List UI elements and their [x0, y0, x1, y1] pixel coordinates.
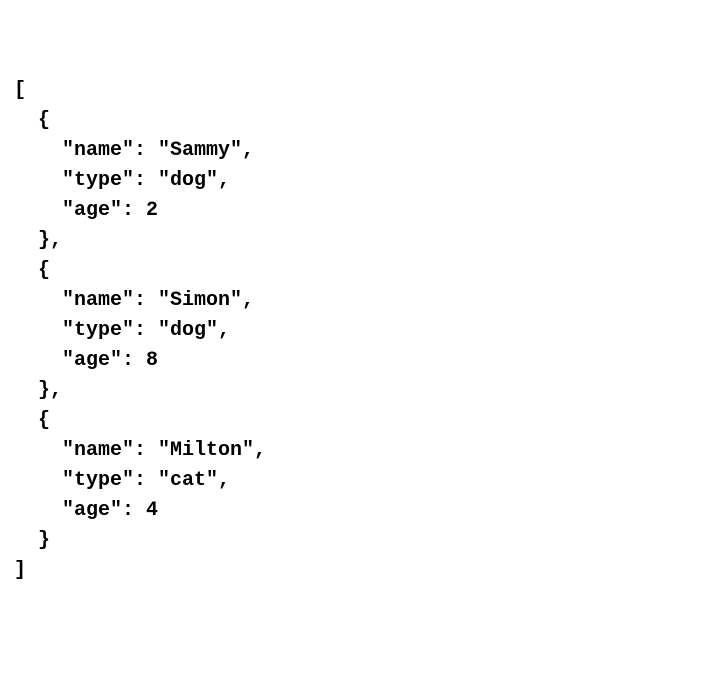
- code-line: "age": 2: [14, 199, 158, 222]
- code-line: ]: [14, 559, 26, 582]
- code-line: "name": "Sammy",: [14, 139, 254, 162]
- code-line: }: [14, 529, 50, 552]
- code-line: [: [14, 79, 26, 102]
- code-line: {: [14, 259, 50, 282]
- code-line: "age": 4: [14, 499, 158, 522]
- code-line: "type": "dog",: [14, 169, 230, 192]
- code-line: "type": "cat",: [14, 469, 230, 492]
- code-line: },: [14, 379, 62, 402]
- code-line: {: [14, 409, 50, 432]
- code-line: },: [14, 229, 62, 252]
- code-line: "type": "dog",: [14, 319, 230, 342]
- code-line: {: [14, 109, 50, 132]
- code-line: "age": 8: [14, 349, 158, 372]
- code-block: [ { "name": "Sammy", "type": "dog", "age…: [14, 76, 706, 586]
- code-line: "name": "Milton",: [14, 439, 266, 462]
- code-line: "name": "Simon",: [14, 289, 254, 312]
